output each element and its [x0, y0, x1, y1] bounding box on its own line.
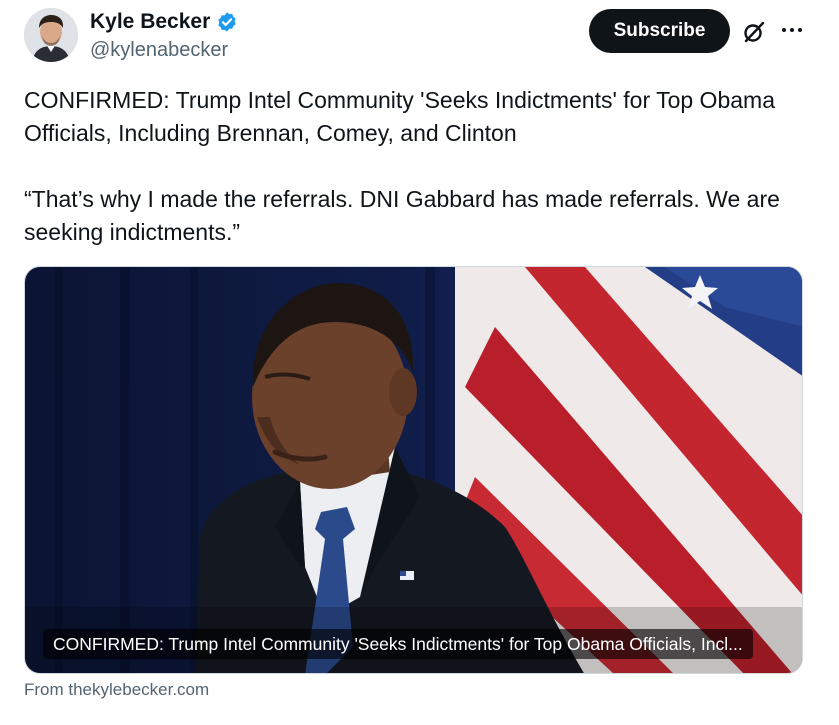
more-options-icon[interactable]	[780, 18, 804, 42]
subscribe-button[interactable]: Subscribe	[589, 9, 730, 53]
card-image	[25, 267, 802, 673]
avatar-image	[24, 8, 78, 62]
verified-badge-icon	[218, 12, 236, 32]
card-title-overlay: CONFIRMED: Trump Intel Community 'Seeks …	[43, 629, 753, 659]
post-text-paragraph-1: CONFIRMED: Trump Intel Community 'Seeks …	[24, 87, 775, 146]
post: Kyle Becker @kylenabecker Subscribe CONF…	[0, 0, 839, 725]
avatar[interactable]	[24, 8, 78, 62]
card-source-link[interactable]: From thekylebecker.com	[24, 680, 209, 700]
author-name-row[interactable]: Kyle Becker	[90, 10, 238, 34]
author-display-name[interactable]: Kyle Becker	[90, 10, 210, 34]
grok-icon[interactable]	[742, 20, 766, 44]
link-card[interactable]: CONFIRMED: Trump Intel Community 'Seeks …	[24, 266, 803, 674]
more-dots-icon	[782, 28, 802, 32]
post-text-paragraph-2: “That’s why I made the referrals. DNI Ga…	[24, 186, 780, 245]
author-handle[interactable]: @kylenabecker	[90, 39, 228, 62]
